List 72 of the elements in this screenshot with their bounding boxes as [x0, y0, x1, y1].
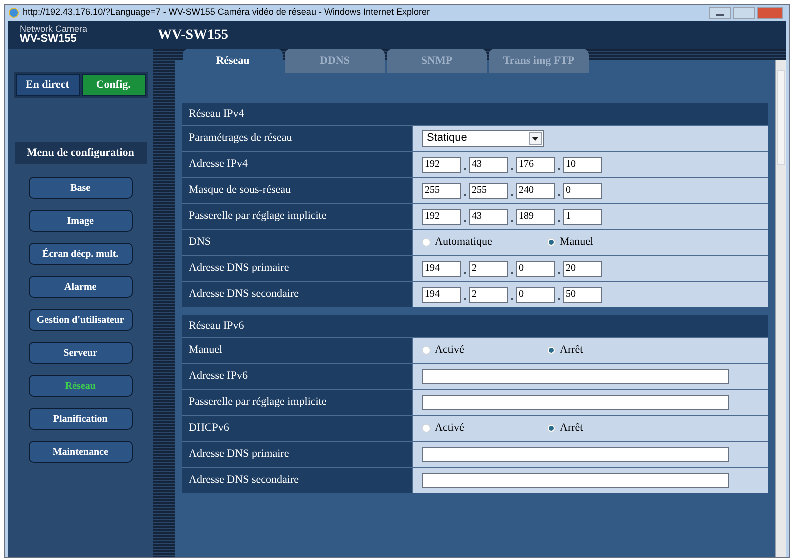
dot-separator: [558, 168, 560, 170]
radio-button[interactable]: [422, 346, 431, 355]
radio-button[interactable]: [547, 238, 556, 247]
ip-octet-field[interactable]: 10: [563, 156, 602, 172]
menu-item[interactable]: Image: [28, 210, 133, 232]
ip-octet-field[interactable]: 255: [422, 182, 461, 198]
ip-octet-field[interactable]: 192: [422, 208, 461, 224]
ip-octet-field[interactable]: 192: [422, 156, 461, 172]
radio-label: Automatique: [435, 235, 492, 250]
ip-octet-field[interactable]: 2: [469, 260, 508, 276]
menu-title: Menu de configuration: [14, 142, 147, 164]
ip-octet-field[interactable]: 43: [469, 156, 508, 172]
minimize-button[interactable]: [709, 7, 731, 19]
dot-separator: [558, 194, 560, 196]
ip-octet-field[interactable]: 240: [516, 182, 555, 198]
dot-separator: [464, 298, 466, 300]
radio-button[interactable]: [422, 238, 431, 247]
text-input-field[interactable]: [422, 395, 729, 410]
ip-octet-field[interactable]: 0: [516, 286, 555, 302]
radio-label: Activé: [435, 421, 464, 436]
section-title: Réseau IPv4: [188, 106, 246, 122]
dot-separator: [558, 272, 560, 274]
radio-button[interactable]: [547, 424, 556, 433]
brand-caption: Network Camera: [20, 25, 89, 34]
ip-octet-field[interactable]: 43: [469, 208, 508, 224]
dot-separator: [511, 168, 513, 170]
menu-item[interactable]: Gestion d'utilisateur: [28, 309, 133, 331]
dot-separator: [558, 298, 560, 300]
ip-octet-field[interactable]: 194: [422, 260, 461, 276]
ip-octet-field[interactable]: 176: [516, 156, 555, 172]
text-input-field[interactable]: [422, 447, 729, 462]
window-title: http://192.43.176.10/?Language=7 - WV-SW155 Caméra vidéo de réseau - Windows Internet Explorer: [23, 6, 431, 20]
ip-octet-field[interactable]: 2: [469, 286, 508, 302]
radio-button[interactable]: [547, 346, 556, 355]
menu-item[interactable]: Réseau: [28, 375, 133, 397]
menu-item[interactable]: Maintenance: [28, 441, 133, 463]
menu-item[interactable]: Planification: [28, 408, 133, 430]
ip-octet-field[interactable]: 0: [516, 260, 555, 276]
network-select[interactable]: Statique: [422, 130, 544, 147]
brand-model: WV-SW155: [20, 34, 78, 45]
dot-separator: [511, 272, 513, 274]
ip-octet-field[interactable]: 1: [563, 208, 602, 224]
ip-octet-field[interactable]: 0: [563, 182, 602, 198]
page-title: WV-SW155: [158, 26, 229, 44]
dot-separator: [464, 194, 466, 196]
dot-separator: [464, 272, 466, 274]
ip-octet-field[interactable]: 255: [469, 182, 508, 198]
radio-button[interactable]: [422, 424, 431, 433]
mode-button[interactable]: Config.: [82, 74, 146, 96]
menu-item[interactable]: Écran décp. mult.: [28, 243, 133, 265]
menu-item[interactable]: Serveur: [28, 342, 133, 364]
mode-button[interactable]: En direct: [16, 74, 80, 96]
dot-separator: [558, 220, 560, 222]
dot-separator: [464, 168, 466, 170]
browser-logo-icon: [9, 8, 19, 18]
ip-octet-field[interactable]: 20: [563, 260, 602, 276]
ip-octet-field[interactable]: 189: [516, 208, 555, 224]
menu-item[interactable]: Alarme: [28, 276, 133, 298]
dot-separator: [511, 220, 513, 222]
dot-separator: [464, 220, 466, 222]
radio-label: Activé: [435, 343, 464, 358]
dot-separator: [511, 194, 513, 196]
radio-label: Arrêt: [560, 421, 584, 436]
ip-octet-field[interactable]: 194: [422, 286, 461, 302]
text-input-field[interactable]: [422, 473, 729, 488]
radio-label: Arrêt: [560, 343, 584, 358]
section-title: Réseau IPv6: [188, 318, 246, 334]
ip-octet-field[interactable]: 50: [563, 286, 602, 302]
radio-label: Manuel: [560, 235, 594, 250]
dot-separator: [511, 298, 513, 300]
text-input-field[interactable]: [422, 369, 729, 384]
menu-item[interactable]: Base: [28, 177, 133, 199]
